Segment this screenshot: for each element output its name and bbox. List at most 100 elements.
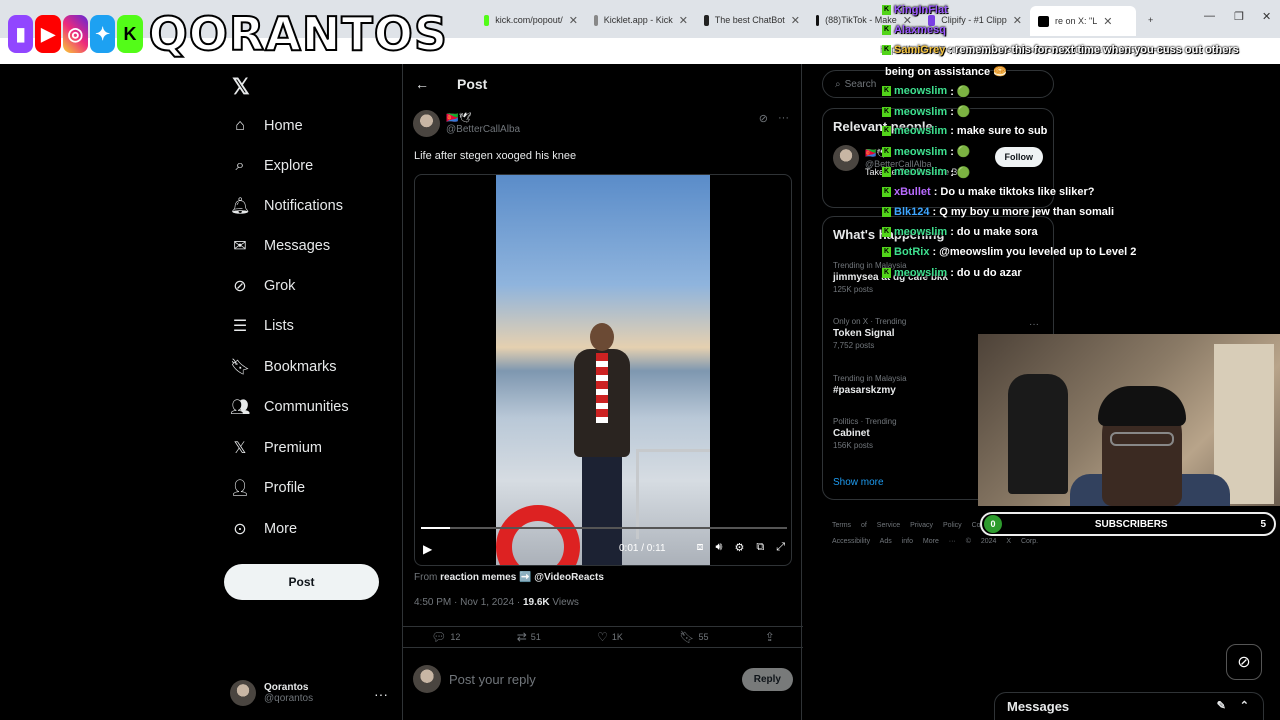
post-timestamp[interactable]: 4:50 PM · Nov 1, 2024 · bbox=[414, 597, 523, 608]
chat-username[interactable]: meowslim bbox=[894, 166, 947, 178]
back-arrow-icon[interactable]: ← bbox=[415, 76, 429, 92]
account-switcher[interactable]: Qorantos @qorantos ··· bbox=[230, 680, 400, 706]
sidebar-item-explore[interactable]: ⌕ Explore bbox=[224, 148, 314, 184]
more-dots-icon[interactable]: ··· bbox=[374, 686, 388, 702]
x-logo-icon[interactable]: 𝕏 bbox=[232, 74, 250, 100]
x-icon: 𝕏 bbox=[233, 440, 247, 457]
chat-message: Kmeowslim: do u make sora bbox=[882, 226, 1038, 238]
reply-composer: Post your reply Reply bbox=[413, 664, 793, 694]
trend-item[interactable]: Politics · Trending Cabinet 156K posts bbox=[833, 417, 897, 450]
kick-badge-icon: K bbox=[882, 25, 891, 36]
kick-badge-icon: K bbox=[882, 267, 891, 278]
avatar bbox=[413, 665, 441, 693]
grok-floating-button[interactable]: ⊘ bbox=[1226, 644, 1262, 680]
chat-username[interactable]: meowslim bbox=[894, 146, 947, 158]
tab-favicon-icon bbox=[704, 14, 709, 26]
bookmark-action[interactable]: 🔖︎ 55 bbox=[679, 630, 708, 644]
home-icon: ⌂ bbox=[235, 117, 245, 134]
sidebar-item-label: Lists bbox=[264, 318, 294, 334]
trend-title: Cabinet bbox=[833, 428, 870, 439]
reply-action[interactable]: 💬︎ 12 bbox=[431, 630, 460, 644]
reply-input[interactable]: Post your reply bbox=[449, 672, 734, 687]
chat-username[interactable]: meowslim bbox=[894, 106, 947, 118]
trend-item[interactable]: Trending in Malaysia #pasarskzmy bbox=[833, 374, 907, 398]
chat-username[interactable]: xBullet bbox=[894, 186, 931, 198]
post-button[interactable]: Post bbox=[224, 564, 379, 600]
chat-message: K Alaxmesq bbox=[882, 24, 949, 36]
settings-icon[interactable]: ⚙ bbox=[734, 541, 744, 554]
popout-icon[interactable]: ⧉ bbox=[756, 541, 764, 554]
trend-context: Politics · Trending bbox=[833, 417, 897, 426]
sidebar-item-grok[interactable]: ⊘ Grok bbox=[224, 268, 295, 304]
chat-username[interactable]: meowslim bbox=[894, 267, 947, 279]
captions-icon[interactable]: ⧈ bbox=[697, 541, 704, 554]
browser-tab[interactable]: Kicklet.app - Kick ✕ bbox=[586, 8, 696, 32]
volume-icon[interactable]: 🔊︎ bbox=[716, 541, 723, 554]
more-dots-icon[interactable]: ··· bbox=[1029, 319, 1039, 330]
grok-icon[interactable]: ⊘ bbox=[759, 112, 768, 125]
avatar[interactable] bbox=[413, 110, 440, 137]
compose-message-icon[interactable]: ✎ bbox=[1217, 699, 1226, 712]
share-action[interactable]: ⇪ bbox=[765, 630, 775, 644]
chat-username[interactable]: Blk124 bbox=[894, 206, 929, 218]
chat-message: Kmeowslim: do u do azar bbox=[882, 267, 1022, 279]
person-icon: 👤︎ bbox=[230, 480, 251, 497]
close-icon[interactable]: ✕ bbox=[679, 14, 688, 27]
trend-posts: 156K posts bbox=[833, 441, 874, 450]
trend-context: Trending in Malaysia bbox=[833, 374, 907, 383]
close-icon[interactable]: ✕ bbox=[791, 14, 800, 27]
sidebar-item-messages[interactable]: ✉ Messages bbox=[224, 228, 330, 264]
chat-username[interactable]: Alaxmesq bbox=[894, 24, 946, 36]
sidebar-item-label: Grok bbox=[264, 278, 296, 294]
video-progress-bar[interactable] bbox=[421, 527, 787, 529]
show-more-link[interactable]: Show more bbox=[833, 477, 884, 488]
chat-username[interactable]: KingInFlat bbox=[894, 4, 948, 16]
trend-item[interactable]: Only on X · Trending Token Signal 7,752 po… bbox=[833, 317, 906, 350]
chat-username[interactable]: SamiGrey bbox=[894, 44, 945, 56]
messages-dock[interactable]: Messages ✎ ⌃ bbox=[994, 692, 1264, 720]
sidebar-item-premium[interactable]: 𝕏 Premium bbox=[224, 430, 322, 466]
fullscreen-icon[interactable]: ⤢ bbox=[776, 541, 785, 554]
stream-banner: ▮ ▶ ◎ ✦ K QORANTOS bbox=[8, 7, 448, 61]
sidebar-item-more[interactable]: ⊙ More bbox=[224, 511, 297, 547]
close-icon[interactable]: ✕ bbox=[569, 14, 578, 27]
sidebar-item-lists[interactable]: ☰ Lists bbox=[224, 308, 294, 344]
sidebar-item-profile[interactable]: 👤︎ Profile bbox=[224, 470, 305, 506]
sidebar-item-label: Bookmarks bbox=[264, 359, 337, 375]
chevron-up-icon[interactable]: ⌃ bbox=[1240, 699, 1249, 712]
chat-message: K KingInFlat bbox=[882, 4, 951, 16]
video-player[interactable]: ▶ 0:01 / 0:11 ⧈ 🔊︎ ⚙ ⧉ ⤢ bbox=[414, 174, 792, 566]
tab-title: The best ChatBot bbox=[714, 15, 785, 25]
kick-badge-icon: K bbox=[882, 207, 891, 217]
repost-count: 51 bbox=[530, 632, 541, 642]
post-author[interactable]: 🇪🇷🕊 @BetterCallAlba bbox=[413, 110, 520, 137]
chat-username[interactable]: meowslim bbox=[894, 226, 947, 238]
youtube-icon: ▶ bbox=[35, 15, 61, 53]
video-frame bbox=[496, 175, 710, 565]
from-source-link[interactable]: reaction memes ➡️ @VideoReacts bbox=[440, 572, 604, 583]
kick-badge-icon: K bbox=[882, 126, 891, 137]
sidebar-item-label: Profile bbox=[264, 480, 306, 496]
chat-username[interactable]: meowslim bbox=[894, 125, 947, 137]
chat-message: K SamiGrey: remember this for next time w… bbox=[882, 44, 1239, 56]
like-action[interactable]: ♡ 1K bbox=[597, 630, 623, 644]
play-icon[interactable]: ▶ bbox=[423, 542, 432, 556]
sidebar-item-communities[interactable]: 👥︎ Communities bbox=[224, 389, 349, 425]
sidebar-item-bookmarks[interactable]: 🔖︎ Bookmarks bbox=[224, 349, 337, 385]
sidebar-item-home[interactable]: ⌂ Home bbox=[224, 108, 303, 144]
chat-username[interactable]: BotRix bbox=[894, 246, 929, 258]
sidebar-item-notifications[interactable]: 🔔︎ Notifications bbox=[224, 188, 343, 224]
browser-tab[interactable]: kick.com/popout/ ✕ bbox=[476, 8, 586, 32]
reply-icon: 💬︎ bbox=[431, 630, 447, 644]
trend-title: Token Signal bbox=[833, 328, 895, 339]
avatar bbox=[230, 680, 256, 706]
more-dots-icon[interactable]: ··· bbox=[778, 112, 789, 125]
webcam-overlay bbox=[978, 334, 1280, 506]
trend-context: Only on X · Trending bbox=[833, 317, 907, 326]
browser-tab[interactable]: The best ChatBot ✕ bbox=[696, 8, 808, 32]
reply-button[interactable]: Reply bbox=[741, 667, 793, 691]
views-label: Views bbox=[549, 597, 579, 608]
author-handle[interactable]: @BetterCallAlba bbox=[446, 124, 520, 135]
repost-action[interactable]: ⇄ 51 bbox=[517, 630, 541, 644]
chat-username[interactable]: meowslim bbox=[894, 85, 947, 97]
